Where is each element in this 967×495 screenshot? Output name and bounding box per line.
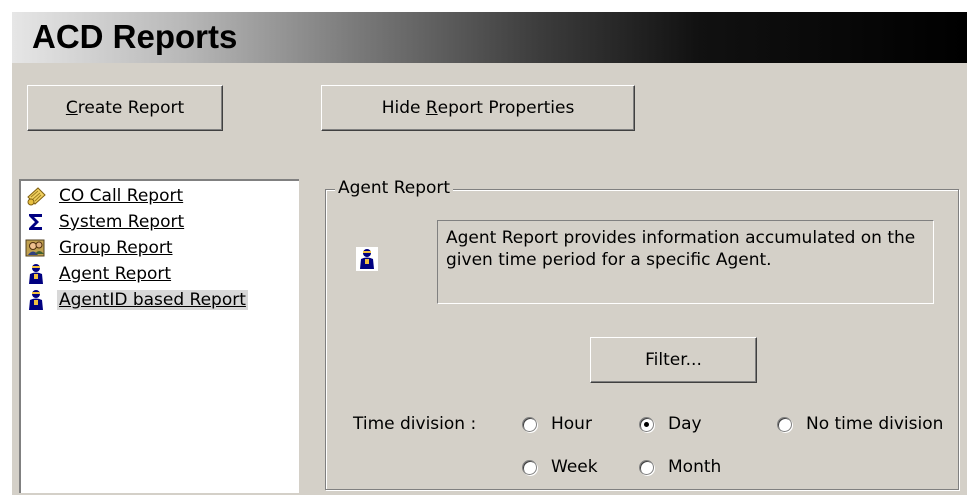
radio-hour[interactable]: Hour — [522, 414, 592, 434]
title-bar: ACD Reports — [12, 12, 967, 63]
radio-no-time-division-label: No time division — [806, 414, 944, 434]
time-division-label: Time division : — [353, 414, 477, 434]
report-description: Agent Report provides information accumu… — [437, 220, 934, 304]
list-item-label: System Report — [59, 212, 185, 232]
hide-properties-accel: R — [425, 98, 438, 118]
radio-day[interactable]: Day — [639, 414, 702, 434]
radio-week[interactable]: Week — [522, 457, 598, 477]
create-report-accel: C — [65, 98, 78, 118]
list-item-label: Group Report — [59, 238, 173, 258]
list-item-system-report[interactable]: System Report — [21, 209, 184, 235]
list-item-co-call-report[interactable]: CO Call Report — [21, 183, 183, 209]
radio-hour-circle[interactable] — [522, 416, 537, 432]
radio-day-circle[interactable] — [639, 416, 654, 432]
radio-week-label: Week — [551, 457, 598, 477]
radio-week-circle[interactable] — [522, 459, 537, 475]
phone-book-icon — [25, 185, 47, 207]
list-item-agent-report[interactable]: Agent Report — [21, 261, 171, 287]
radio-month-circle[interactable] — [639, 459, 654, 475]
radio-hour-label: Hour — [551, 414, 592, 434]
sigma-icon — [25, 211, 47, 233]
list-item-group-report[interactable]: Group Report — [21, 235, 173, 261]
list-item-label: AgentID based Report — [57, 290, 248, 310]
list-item-label: Agent Report — [59, 264, 172, 284]
radio-month-label: Month — [668, 457, 722, 477]
acd-reports-window: ACD Reports Create Report Hide Report Pr… — [0, 0, 967, 495]
create-report-label: reate Report — [77, 98, 185, 118]
create-report-button[interactable]: Create Report — [27, 85, 223, 131]
group-title: Agent Report — [335, 178, 454, 198]
agent-icon — [25, 289, 47, 311]
list-item-agentid-based-report[interactable]: AgentID based Report — [21, 287, 248, 313]
window-title: ACD Reports — [32, 18, 238, 55]
radio-day-label: Day — [668, 414, 702, 434]
list-item-label: CO Call Report — [59, 186, 184, 206]
hide-properties-label-pre: Hide — [381, 98, 426, 118]
filter-button[interactable]: Filter... — [590, 337, 757, 383]
hide-report-properties-button[interactable]: Hide Report Properties — [321, 85, 635, 131]
main-panel: Create Report Hide Report Properties CO … — [12, 63, 967, 495]
report-list[interactable]: CO Call Report System Report Group Repor… — [19, 179, 299, 493]
agent-icon — [25, 263, 47, 285]
report-properties-group: Agent Report Agent Report provides infor… — [325, 178, 959, 490]
radio-no-time-division[interactable]: No time division — [777, 414, 943, 434]
hide-properties-label: eport Properties — [437, 98, 575, 118]
agent-icon — [356, 247, 378, 271]
radio-no-time-division-circle[interactable] — [777, 416, 792, 432]
radio-month[interactable]: Month — [639, 457, 721, 477]
group-icon — [25, 237, 47, 259]
